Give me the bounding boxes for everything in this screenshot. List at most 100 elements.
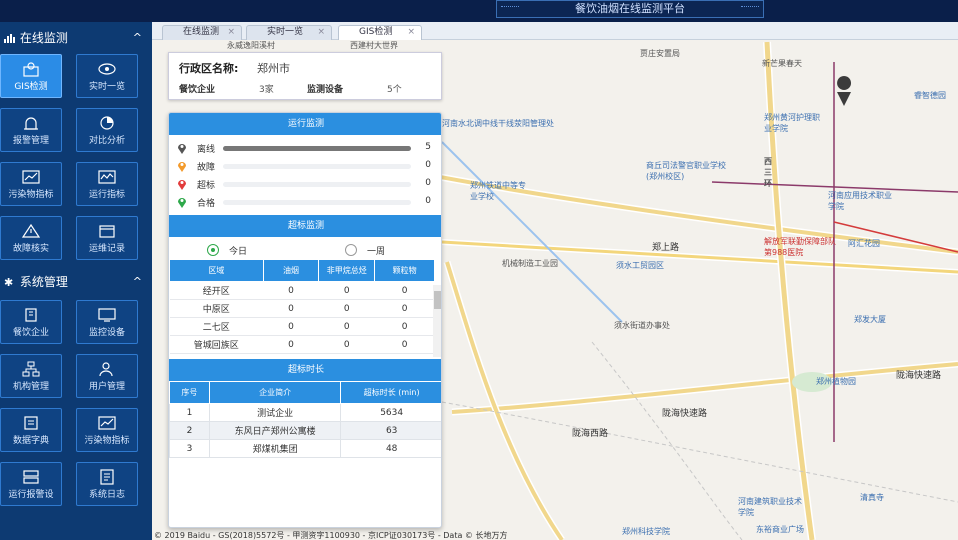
section-online-monitor-label: 在线监测 (19, 31, 68, 45)
section-system-manage-label: 系统管理 (19, 275, 68, 289)
radio-today[interactable] (207, 244, 219, 256)
cell-value: 0 (374, 335, 435, 354)
tile-run-alarm-setting[interactable]: 运行报警设 (0, 462, 62, 506)
road-label: 陇海快速路 (896, 371, 942, 381)
road-label: 陇海快速路 (662, 409, 708, 419)
road-label: 西三环 (764, 157, 772, 188)
progress-track (223, 182, 411, 187)
cell-value: 0 (263, 299, 319, 318)
stat-label: 合格 (197, 199, 216, 209)
stat-row-offline: 离线 5 (177, 141, 435, 155)
column-header: 序号 (169, 381, 210, 404)
table-row[interactable]: 2 东风日产郑州公寓楼 63 (169, 421, 441, 440)
map-pin-icon (178, 198, 186, 208)
alarm-icon (24, 117, 38, 130)
table-row[interactable]: 经开区 0 0 0 (169, 281, 435, 300)
tile-data-dictionary[interactable]: 数据字典 (0, 408, 62, 452)
table-row[interactable]: 管城回族区 0 0 0 (169, 335, 435, 354)
map-label: 郑州铁道中等专业学校 (470, 181, 526, 201)
cell-region: 经开区 (169, 281, 264, 300)
period-radio-group: 今日 一周 (169, 241, 441, 259)
cell-value: 0 (374, 317, 435, 336)
stat-label: 离线 (197, 145, 216, 155)
tab-label: 在线监测 (183, 27, 220, 37)
region-info-card: 行政区名称: 郑州市 餐饮企业 3家 监测设备 5个 (168, 52, 442, 100)
cell-value: 0 (318, 281, 375, 300)
map-label: 郑州植物园 (816, 377, 856, 386)
region-name-label: 行政区名称: (179, 62, 239, 75)
tile-pollutant-index-2[interactable]: 污染物指标 (76, 408, 138, 452)
table-scrollbar[interactable] (433, 285, 441, 357)
tile-catering-enterprise[interactable]: 餐饮企业 (0, 300, 62, 344)
close-icon[interactable]: × (407, 26, 415, 39)
cell-enterprise: 测试企业 (208, 403, 342, 422)
exceed-duration-header: 超标时长 (169, 359, 441, 381)
close-icon[interactable]: × (227, 26, 235, 39)
log-icon (100, 469, 114, 485)
table-row[interactable]: 1 测试企业 5634 (169, 403, 441, 422)
tile-system-log[interactable]: 系统日志 (76, 462, 138, 506)
tile-label: 餐饮企业 (12, 328, 49, 338)
map-label: 西建村大世界 (350, 41, 398, 50)
tile-label: 机构管理 (12, 382, 49, 392)
stat-label: 超标 (197, 181, 216, 191)
tile-label: 用户管理 (88, 382, 125, 392)
map-label: 机械制造工业园 (502, 259, 558, 268)
chevron-up-icon[interactable]: ^ (133, 270, 142, 294)
tile-monitor-device[interactable]: 监控设备 (76, 300, 138, 344)
map-label: 须水工贸园区 (616, 261, 664, 270)
table-row[interactable]: 3 郑煤机集团 48 (169, 439, 441, 458)
tile-compare-analysis[interactable]: 对比分析 (76, 108, 138, 152)
cell-duration: 5634 (340, 403, 441, 422)
tab-label: 实时一览 (267, 27, 304, 37)
cell-value: 0 (263, 281, 319, 300)
column-header: 超标时长 (min) (340, 381, 441, 404)
tab-online-monitor[interactable]: 在线监测 × (162, 25, 242, 40)
map-label: 河南水北调中线干线荥阳管理处 (442, 119, 554, 128)
stat-row-qualified: 合格 0 (177, 195, 435, 209)
tile-realtime-overview[interactable]: 实时一览 (76, 54, 138, 98)
server-icon (23, 470, 39, 484)
region-name-value: 郑州市 (257, 62, 290, 75)
tile-org-manage[interactable]: 机构管理 (0, 354, 62, 398)
tile-user-manage[interactable]: 用户管理 (76, 354, 138, 398)
progress-fill (223, 146, 411, 151)
monitor-panel: 运行监测 离线 5 故障 0 超标 0 合格 0 超标监测 今日 一周 区域 油… (168, 112, 442, 528)
tile-pollutant-index[interactable]: 污染物指标 (0, 162, 62, 206)
monitor-icon (98, 308, 116, 322)
tile-maintenance-record[interactable]: 运维记录 (76, 216, 138, 260)
tile-alarm-manage[interactable]: 报警管理 (0, 108, 62, 152)
stat-count: 0 (425, 178, 431, 188)
tab-strip: 在线监测 × 实时一览 × GIS检测 × (152, 22, 958, 40)
top-header: 餐饮油烟在线监测平台 (0, 0, 958, 22)
stat-row-fault: 故障 0 (177, 159, 435, 173)
radio-week-label: 一周 (367, 247, 386, 257)
table-row[interactable]: 中原区 0 0 0 (169, 299, 435, 318)
radio-week[interactable] (345, 244, 357, 256)
section-online-monitor[interactable]: 在线监测 ^ (0, 26, 152, 50)
chart-icon (98, 416, 116, 430)
tile-label: 污染物指标 (8, 190, 54, 200)
scrollbar-thumb[interactable] (434, 291, 441, 309)
platform-title: 餐饮油烟在线监测平台 (496, 0, 764, 18)
tile-fault-verify[interactable]: 故障核实 (0, 216, 62, 260)
close-icon[interactable]: × (317, 26, 325, 39)
cell-region: 二七区 (169, 317, 264, 336)
chevron-up-icon[interactable]: ^ (133, 26, 142, 50)
line-chart-icon (98, 170, 116, 184)
enterprise-count-label: 餐饮企业 (179, 85, 216, 95)
table-row[interactable]: 二七区 0 0 0 (169, 317, 435, 336)
tile-gis-detect[interactable]: GIS检测 (0, 54, 62, 98)
stat-count: 5 (425, 142, 431, 152)
section-system-manage[interactable]: ✱ 系统管理 ^ (0, 270, 152, 294)
tile-label: 污染物指标 (84, 436, 130, 446)
device-count-value: 5个 (387, 85, 402, 95)
tab-gis-detect[interactable]: GIS检测 × (338, 25, 422, 40)
map-label: 东裕商业广场 (756, 525, 804, 534)
column-header: 区域 (169, 259, 264, 282)
tab-realtime-overview[interactable]: 实时一览 × (246, 25, 332, 40)
cell-region: 中原区 (169, 299, 264, 318)
map-label: 商丘司法警官职业学校(郑州校区) (646, 161, 726, 181)
tile-run-index[interactable]: 运行指标 (76, 162, 138, 206)
cell-index: 1 (169, 403, 210, 422)
